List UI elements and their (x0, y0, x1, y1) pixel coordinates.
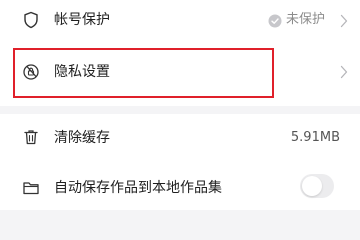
clear-cache-label: 清除缓存 (54, 130, 110, 146)
shield-icon (22, 11, 40, 29)
check-circle-icon (268, 13, 282, 28)
settings-page: 帐号保护 未保护 隐私设置 清除缓存 5.91MB 自动保存作品到本地作品集 (0, 0, 360, 240)
clear-cache-row[interactable]: 清除缓存 5.91MB (0, 116, 360, 158)
folder-icon (22, 179, 40, 197)
autosave-toggle[interactable] (300, 174, 334, 198)
autosave-row: 自动保存作品到本地作品集 (0, 164, 360, 210)
chevron-right-icon (340, 64, 348, 79)
toggle-knob (302, 176, 322, 196)
account-protection-status: 未保护 (286, 12, 326, 27)
autosave-label: 自动保存作品到本地作品集 (54, 180, 222, 196)
section-divider (0, 210, 360, 240)
highlight-frame (13, 48, 274, 98)
section-divider (0, 106, 360, 114)
account-protection-row[interactable]: 帐号保护 未保护 (0, 0, 360, 42)
cache-size: 5.91MB (290, 130, 340, 145)
trash-icon (22, 128, 40, 146)
account-protection-label: 帐号保护 (54, 12, 110, 28)
chevron-right-icon (340, 13, 348, 28)
